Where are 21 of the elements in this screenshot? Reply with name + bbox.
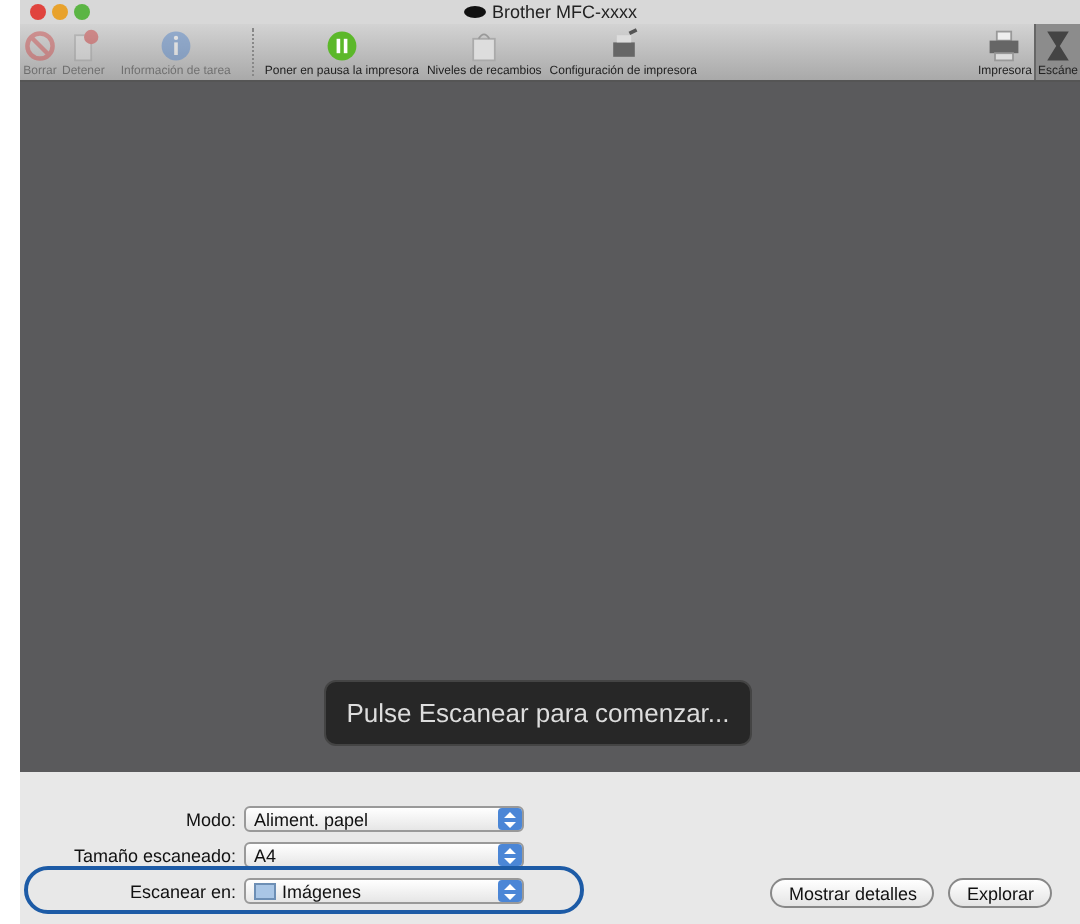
popup-menu[interactable]: Aliment. papel xyxy=(244,806,524,832)
toolbar-icon xyxy=(986,28,1023,64)
popup-arrows-icon xyxy=(498,880,522,902)
setting-label: Modo: xyxy=(183,809,238,829)
toolbar-icon xyxy=(157,28,194,64)
window-title: Brother MFC-xxxx xyxy=(492,0,638,24)
toolbar-icon xyxy=(22,28,58,64)
action-button[interactable]: Explorar xyxy=(948,878,1052,908)
folder-icon xyxy=(254,882,276,900)
scan-hint-message: Pulse Escanear para comenzar... xyxy=(324,680,752,746)
minimize-icon[interactable] xyxy=(52,4,68,20)
toolbar-icon xyxy=(323,28,360,64)
action-button[interactable]: Mostrar detalles xyxy=(770,878,935,908)
popup-menu[interactable]: Imágenes xyxy=(244,878,524,904)
zoom-icon[interactable] xyxy=(74,4,90,20)
close-icon[interactable] xyxy=(30,4,46,20)
popup-arrows-icon xyxy=(498,844,522,866)
setting-label: Tamaño escaneado: xyxy=(71,845,238,865)
popup-arrows-icon xyxy=(498,808,522,830)
popup-menu[interactable]: A4 xyxy=(244,842,524,868)
setting-label: Escanear en: xyxy=(127,881,238,901)
